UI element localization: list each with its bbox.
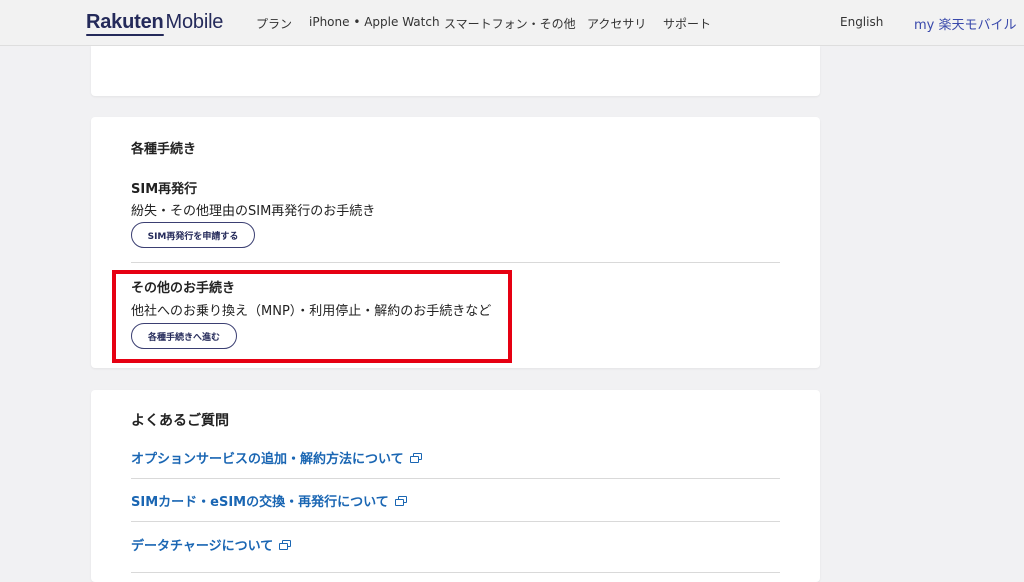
nav-support[interactable]: サポート	[663, 15, 711, 32]
nav-my-rakuten-mobile[interactable]: my 楽天モバイル	[914, 14, 1017, 33]
procedures-title: 各種手続き	[131, 142, 197, 157]
faq-link-label: オプションサービスの追加・解約方法について	[131, 452, 404, 467]
faq-card: よくあるご質問 オプションサービスの追加・解約方法について SIMカード・eSI…	[91, 390, 820, 582]
nav-iphone-apple-watch[interactable]: iPhone • Apple Watch	[309, 15, 440, 29]
faq-link-sim-esim[interactable]: SIMカード・eSIMの交換・再発行について	[131, 491, 407, 510]
highlight-box	[112, 270, 512, 363]
nav-plan[interactable]: プラン	[256, 15, 292, 32]
faq-link-label: SIMカード・eSIMの交換・再発行について	[131, 495, 389, 510]
site-header: Rakuten Mobile プラン iPhone • Apple Watch ス…	[0, 0, 1024, 46]
faq-link-label: データチャージについて	[131, 539, 274, 554]
procedures-divider	[131, 262, 780, 263]
faq-divider	[131, 572, 780, 573]
rakuten-mobile-logo[interactable]: Rakuten Mobile	[86, 11, 224, 36]
nav-english[interactable]: English	[840, 15, 883, 29]
nav-smartphone-other[interactable]: スマートフォン・その他	[444, 15, 576, 32]
nav-accessories[interactable]: アクセサリ	[587, 15, 646, 32]
faq-title: よくあるご質問	[131, 413, 229, 429]
external-link-icon	[279, 539, 292, 550]
faq-divider	[131, 478, 780, 479]
faq-link-option-service[interactable]: オプションサービスの追加・解約方法について	[131, 448, 422, 467]
sim-reissue-button[interactable]: SIM再発行を申請する	[131, 222, 255, 248]
external-link-icon	[409, 452, 422, 463]
faq-link-data-charge[interactable]: データチャージについて	[131, 535, 292, 554]
sim-reissue-desc: 紛失・その他理由のSIM再発行のお手続き	[131, 204, 376, 219]
external-link-icon	[394, 495, 407, 506]
logo-sub: Mobile	[165, 11, 224, 33]
sim-reissue-title: SIM再発行	[131, 182, 198, 197]
logo-brand: Rakuten	[86, 11, 164, 36]
top-card	[91, 46, 820, 96]
faq-divider	[131, 521, 780, 522]
